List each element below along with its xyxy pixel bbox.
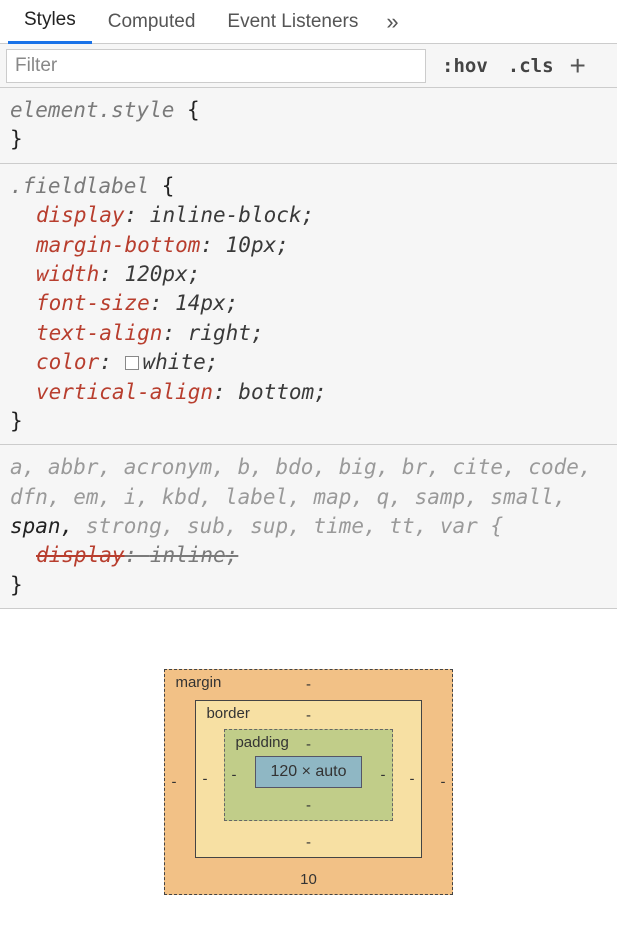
- padding-label: padding: [235, 734, 288, 751]
- tab-event-listeners[interactable]: Event Listeners: [211, 0, 374, 44]
- declaration[interactable]: width: 120px;: [10, 260, 607, 289]
- box-model-content[interactable]: 120 × auto: [255, 756, 361, 788]
- selector-element-style[interactable]: element.style: [10, 98, 174, 122]
- css-value[interactable]: : 120px;: [99, 262, 200, 286]
- box-model-border[interactable]: border - - - - padding - - - - 120 × aut…: [195, 700, 421, 858]
- declaration[interactable]: color: white;: [10, 348, 607, 377]
- filter-input[interactable]: [6, 49, 426, 83]
- declaration[interactable]: text-align: right;: [10, 319, 607, 348]
- css-value[interactable]: : inline-block;: [125, 203, 315, 227]
- tab-computed[interactable]: Computed: [92, 0, 212, 44]
- border-top-value[interactable]: -: [306, 707, 311, 724]
- padding-right-value[interactable]: -: [381, 767, 386, 784]
- css-value[interactable]: : 10px;: [200, 233, 289, 257]
- padding-top-value[interactable]: -: [306, 736, 311, 753]
- css-property[interactable]: vertical-align: [36, 380, 213, 404]
- brace-open: {: [149, 174, 174, 198]
- css-property[interactable]: display: [36, 203, 125, 227]
- tab-styles[interactable]: Styles: [8, 0, 92, 44]
- box-model-diagram: margin - - - 10 border - - - - padding -…: [0, 609, 617, 925]
- brace-close: }: [10, 409, 23, 433]
- css-property[interactable]: font-size: [36, 291, 150, 315]
- declaration-overridden[interactable]: display: inline;: [10, 541, 607, 570]
- css-property[interactable]: display: [36, 543, 125, 567]
- css-value[interactable]: : right;: [162, 321, 263, 345]
- color-swatch[interactable]: [125, 356, 139, 370]
- declaration[interactable]: vertical-align: bottom;: [10, 378, 607, 407]
- rule-element-style[interactable]: element.style { }: [0, 88, 617, 164]
- box-model-margin[interactable]: margin - - - 10 border - - - - padding -…: [164, 669, 452, 895]
- border-label: border: [206, 705, 249, 722]
- margin-bottom-value[interactable]: 10: [300, 871, 317, 888]
- rule-user-agent[interactable]: a, abbr, acronym, b, bdo, big, br, cite,…: [0, 445, 617, 609]
- css-property[interactable]: color: [36, 350, 99, 374]
- css-property[interactable]: text-align: [36, 321, 162, 345]
- box-model-padding[interactable]: padding - - - - 120 × auto: [224, 729, 392, 821]
- cls-toggle[interactable]: .cls: [498, 55, 564, 77]
- tabs-overflow-button[interactable]: »: [374, 9, 410, 35]
- margin-label: margin: [175, 674, 221, 691]
- css-property[interactable]: margin-bottom: [36, 233, 200, 257]
- border-right-value[interactable]: -: [410, 771, 415, 788]
- declaration[interactable]: margin-bottom: 10px;: [10, 231, 607, 260]
- selector-ua-list[interactable]: a, abbr, acronym, b, bdo, big, br, cite,…: [10, 455, 592, 538]
- brace-close: }: [10, 573, 23, 597]
- brace-close: }: [10, 127, 23, 151]
- tabs-bar: Styles Computed Event Listeners »: [0, 0, 617, 44]
- declaration[interactable]: display: inline-block;: [10, 201, 607, 230]
- margin-right-value[interactable]: -: [441, 774, 446, 791]
- styles-toolbar: :hov .cls +: [0, 44, 617, 88]
- new-rule-button[interactable]: +: [564, 50, 592, 82]
- padding-bottom-value[interactable]: -: [306, 797, 311, 814]
- selector-fieldlabel[interactable]: .fieldlabel: [10, 174, 149, 198]
- brace-open: {: [174, 98, 199, 122]
- declaration[interactable]: font-size: 14px;: [10, 289, 607, 318]
- css-value[interactable]: : bottom;: [213, 380, 327, 404]
- rule-fieldlabel[interactable]: .fieldlabel { display: inline-block;marg…: [0, 164, 617, 446]
- border-bottom-value[interactable]: -: [306, 834, 311, 851]
- rules-pane: element.style { } .fieldlabel { display:…: [0, 88, 617, 609]
- css-value[interactable]: : 14px;: [150, 291, 239, 315]
- margin-top-value[interactable]: -: [306, 676, 311, 693]
- css-property[interactable]: width: [36, 262, 99, 286]
- border-left-value[interactable]: -: [202, 771, 207, 788]
- padding-left-value[interactable]: -: [231, 767, 236, 784]
- css-value[interactable]: : white;: [99, 350, 218, 374]
- margin-left-value[interactable]: -: [171, 774, 176, 791]
- hov-toggle[interactable]: :hov: [432, 55, 498, 77]
